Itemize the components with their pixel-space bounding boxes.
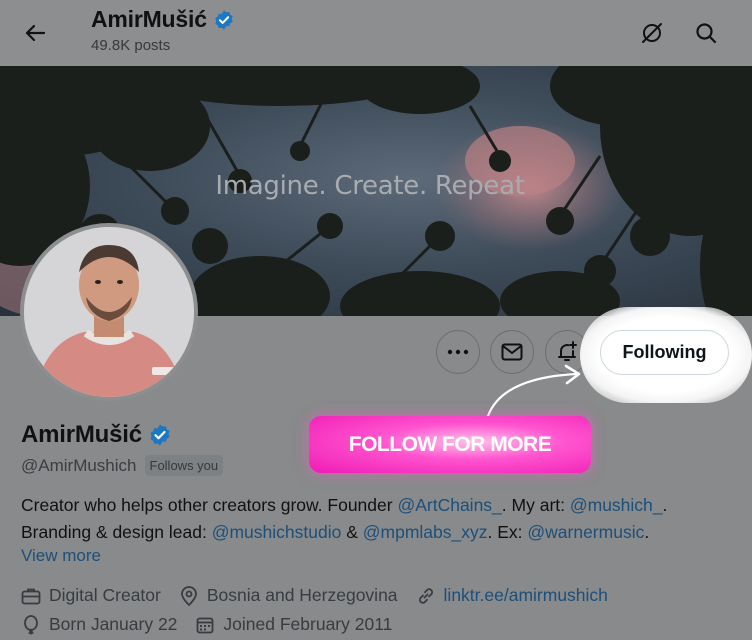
bell-plus-icon [558, 341, 577, 361]
location-pin-icon [179, 585, 199, 606]
calendar-icon [195, 615, 215, 635]
bio-text: . [644, 522, 650, 542]
bio-text: Branding & design lead: [21, 522, 212, 542]
category-item: Digital Creator [21, 585, 161, 606]
avatar-photo [24, 227, 194, 397]
joined-label: Joined February 2011 [223, 614, 393, 634]
mention-warnermusic[interactable]: @warnermusic [527, 522, 644, 542]
bio-text: Creator who helps other creators grow. F… [21, 495, 398, 515]
bio-text: . [662, 495, 668, 515]
avatar[interactable] [20, 223, 198, 401]
header-title-block: AmirMušić 49.8K posts [91, 6, 235, 54]
verified-badge-icon[interactable] [148, 423, 172, 447]
mention-mushichstudio[interactable]: @mushichstudio [212, 522, 342, 542]
mail-icon [501, 343, 523, 361]
mention-artchains[interactable]: @ArtChains_ [397, 495, 501, 515]
profile-name-row: AmirMušić [21, 421, 172, 449]
category-label: Digital Creator [49, 585, 161, 605]
banner-tagline: Imagine. Create. Repeat [215, 171, 525, 201]
profile-handle: @AmirMushich [21, 455, 137, 475]
search-icon [696, 23, 717, 44]
profile-name: AmirMušić [21, 421, 142, 448]
balloon-icon [21, 614, 41, 635]
curved-arrow-icon [486, 364, 581, 418]
top-bar: AmirMušić 49.8K posts [0, 0, 752, 66]
mention-mpmlabs[interactable]: @mpmlabs_xyz [363, 522, 488, 542]
view-more-link[interactable]: View more [21, 546, 101, 566]
back-button[interactable] [18, 18, 52, 48]
mention-mushich[interactable]: @mushich_ [570, 495, 663, 515]
verified-badge-icon [215, 9, 233, 30]
location-label: Bosnia and Herzegovina [206, 585, 398, 605]
more-button[interactable] [436, 330, 480, 374]
bio-text: . My art: [501, 495, 570, 515]
briefcase-icon [21, 586, 41, 606]
arrow-left-icon [25, 24, 46, 42]
bio-text: . Ex: [487, 522, 528, 542]
location-item: Bosnia and Herzegovina [179, 585, 398, 606]
follow-for-more-banner: FOLLOW FOR MORE [309, 416, 591, 473]
more-icon [447, 349, 469, 355]
birthday-label: Born January 22 [49, 614, 178, 634]
follows-you-badge: Follows you [144, 455, 224, 476]
joined-item: Joined February 2011 [195, 614, 392, 635]
search-button[interactable] [691, 18, 721, 48]
following-button[interactable]: Following [600, 330, 729, 375]
birthday-item: Born January 22 [21, 614, 177, 635]
profile-meta-row-2: Born January 22 Joined February 2011 [21, 614, 410, 635]
header-title: AmirMušić [91, 6, 207, 32]
grok-button[interactable] [637, 18, 667, 48]
post-count: 49.8K posts [91, 37, 171, 54]
link-icon [416, 586, 436, 606]
bio-text: & [341, 522, 363, 542]
website-link[interactable]: linktr.ee/amirmushich [444, 585, 608, 606]
handle-row: @AmirMushich Follows you [21, 455, 224, 476]
website-item[interactable]: linktr.ee/amirmushich [416, 585, 608, 606]
grok-icon [642, 23, 662, 43]
profile-meta-row-1: Digital Creator Bosnia and Herzegovina l… [21, 585, 626, 606]
profile-bio: Creator who helps other creators grow. F… [21, 492, 741, 546]
